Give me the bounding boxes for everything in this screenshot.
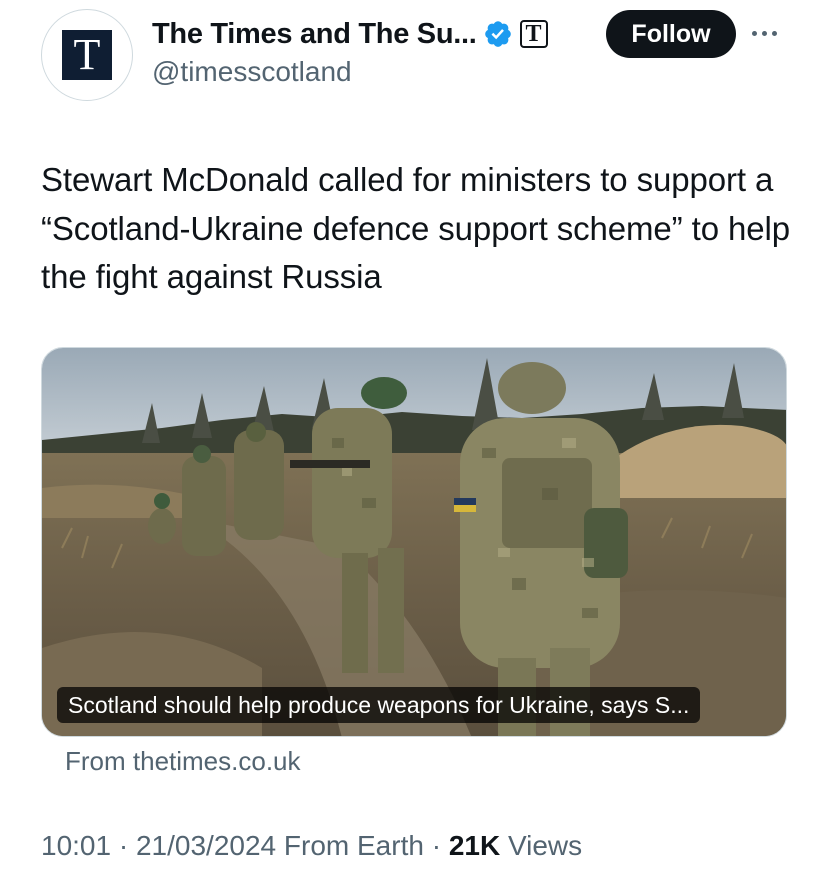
more-dot: [762, 30, 767, 36]
card-source[interactable]: From thetimes.co.uk: [65, 746, 301, 777]
tweet-text: Stewart McDonald called for ministers to…: [41, 161, 791, 295]
name-row: The Times and The Su... T: [152, 14, 548, 54]
views-count[interactable]: 21K: [449, 830, 500, 861]
card-image: [42, 348, 786, 736]
avatar-letter: T: [73, 30, 101, 79]
account-handle[interactable]: @timesscotland: [152, 56, 352, 88]
more-horizontal-icon[interactable]: [752, 25, 786, 41]
meta-separator: ·: [111, 830, 136, 861]
display-name[interactable]: The Times and The Su...: [152, 18, 477, 51]
tweet-metadata: 10:01 · 21/03/2024 From Earth · 21K View…: [41, 830, 582, 862]
times-logo: T: [62, 30, 112, 80]
link-card[interactable]: Scotland should help produce weapons for…: [41, 347, 787, 737]
views-label: Views: [500, 830, 583, 861]
verified-badge-icon[interactable]: [483, 19, 513, 49]
card-headline: Scotland should help produce weapons for…: [57, 687, 701, 723]
more-dot: [772, 30, 777, 36]
tweet-client: From Earth: [276, 830, 424, 861]
affiliate-letter: T: [525, 21, 542, 47]
account-avatar[interactable]: T: [41, 9, 133, 101]
tweet-date[interactable]: 21/03/2024: [136, 830, 276, 861]
tweet-time[interactable]: 10:01: [41, 830, 111, 861]
follow-button[interactable]: Follow: [606, 10, 736, 58]
affiliate-badge-icon[interactable]: T: [519, 20, 548, 48]
meta-separator: ·: [423, 830, 449, 861]
tweet-header: T The Times and The Su... T @timesscotla…: [0, 0, 828, 110]
more-dot: [752, 30, 757, 36]
